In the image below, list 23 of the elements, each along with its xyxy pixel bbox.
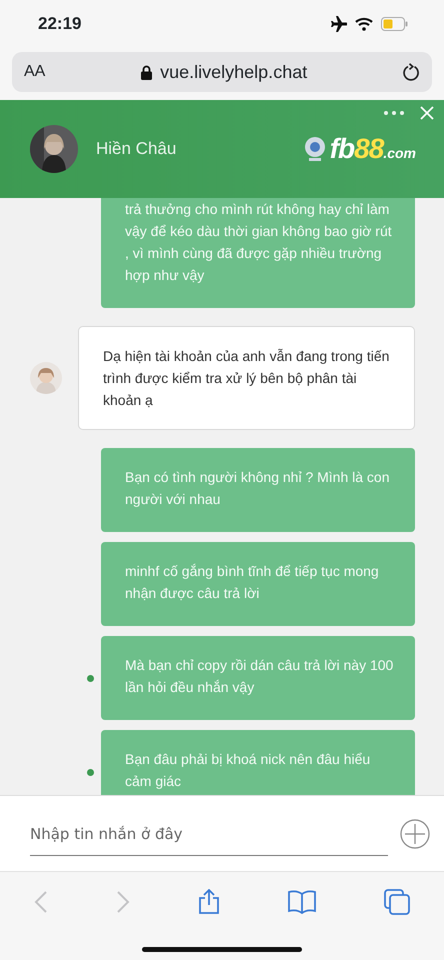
agent-avatar [30, 125, 78, 173]
battery-icon [381, 17, 408, 31]
airplane-icon [329, 16, 347, 32]
url-text[interactable]: vue.livelyhelp.chat [160, 58, 308, 86]
message-bubble: Mà bạn chỉ copy rồi dán câu trả lời này 100 lần hỏi đều nhắn vậy [101, 636, 415, 720]
message-bubble: Bạn có tình người không nhỉ ? Mình là con người với nhau [101, 448, 415, 532]
message-bubble: Bạn đâu phải bị khoá nick nên đâu hiểu cảm giác [101, 730, 415, 795]
reload-icon[interactable] [403, 62, 420, 82]
text-size-button[interactable]: AA [24, 60, 46, 84]
agent-name: Hiền Châu [96, 138, 176, 160]
message-bubble: trả thưởng cho mình rút không hay chỉ làm vậy để kéo dàu thời gian không bao giờ rút , vì mình cùng đã được gặp nhiều trường hợp như vậy [101, 198, 415, 308]
close-icon[interactable] [420, 106, 434, 120]
wifi-icon [355, 17, 373, 31]
status-time: 22:19 [38, 13, 82, 36]
lock-icon [141, 64, 152, 80]
operator-avatar [30, 362, 62, 394]
message-bubble: minhf cố gắng bình tĩnh để tiếp tục mong nhận được câu trả lời [101, 542, 415, 626]
message-bubble: Dạ hiện tài khoản của anh vẫn đang trong tiến trình được kiểm tra xử lý bên bộ phân tài khoản ạ [78, 326, 415, 430]
fb88-logo: fb88.com [330, 135, 416, 163]
message-input[interactable]: Nhập tin nhắn ở đây [30, 812, 388, 856]
add-icon[interactable] [400, 818, 430, 848]
composer-bar[interactable]: Nhập tin nhắn ở đây [0, 795, 444, 871]
more-icon[interactable] [384, 111, 404, 115]
